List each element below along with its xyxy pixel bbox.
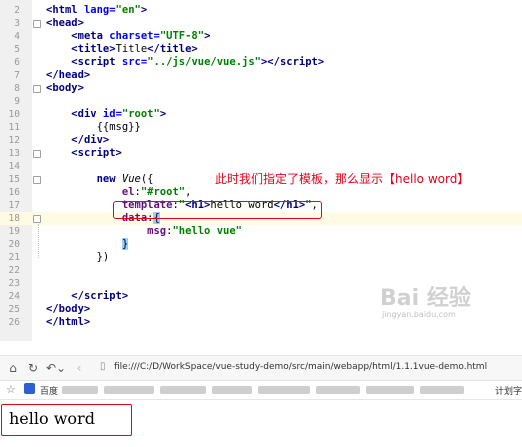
code-text: }	[121, 238, 129, 250]
line-number: 17	[8, 200, 20, 211]
line-number: 13	[8, 148, 20, 159]
code-line[interactable]: 13 <script>	[0, 147, 522, 160]
line-number: 2	[14, 5, 20, 16]
code-line[interactable]: 6 <script src="../js/vue/vue.js"></scrip…	[0, 56, 522, 69]
code-line[interactable]: 3 <head>	[0, 17, 522, 30]
code-line[interactable]: 4 <meta charset="UTF-8">	[0, 30, 522, 43]
line-number: 14	[8, 161, 20, 172]
code-line[interactable]: 16 el:"#root",	[0, 186, 522, 199]
baidu-watermark: Bai 经验 jingyan.baidu.com	[380, 280, 510, 330]
code-text: <html lang="en">	[46, 4, 148, 16]
page-icon: ▯	[100, 361, 106, 372]
line-number: 3	[14, 18, 20, 29]
refresh-icon[interactable]: ↻	[26, 360, 40, 376]
code-text: <body>	[46, 82, 84, 94]
line-number: 15	[8, 174, 20, 185]
code-line[interactable]: 19 msg:"hello vue"	[0, 225, 522, 238]
line-number: 24	[8, 291, 20, 302]
fold-toggle-icon[interactable]	[33, 176, 41, 184]
line-number: 25	[8, 304, 20, 315]
line-number: 10	[8, 109, 20, 120]
code-text: </html>	[46, 316, 91, 328]
line-number: 5	[14, 44, 20, 55]
line-number: 19	[8, 226, 20, 237]
line-number: 11	[8, 122, 20, 133]
code-text: <title>Title</title>	[71, 43, 198, 55]
bookmark-blurred[interactable]	[160, 386, 206, 394]
line-number: 7	[14, 70, 20, 81]
address-bar[interactable]: ▯ file:///C:/D/WorkSpace/vue-study-demo/…	[96, 359, 516, 377]
page-content: hello word	[0, 400, 522, 447]
fold-toggle-icon[interactable]	[33, 150, 41, 158]
undo-icon[interactable]: ↶⌄	[46, 360, 66, 376]
home-icon[interactable]: ⌂	[6, 360, 20, 376]
watermark-logo: Bai 经验	[380, 286, 471, 311]
url-text: file:///C:/D/WorkSpace/vue-study-demo/sr…	[114, 362, 488, 372]
baidu-favicon-icon	[24, 383, 35, 394]
code-line[interactable]: 11 {{msg}}	[0, 121, 522, 134]
fold-toggle-icon[interactable]	[33, 215, 41, 223]
code-line[interactable]: 21 })	[0, 251, 522, 264]
watermark-url: jingyan.baidu.com	[382, 310, 456, 319]
bookmark-blurred[interactable]	[316, 386, 360, 394]
star-icon[interactable]: ☆	[6, 383, 16, 396]
code-text: <script>	[71, 147, 122, 159]
annotation-text: 此时我们指定了模板，那么显示【hello word】	[215, 172, 470, 186]
code-line[interactable]: 5 <title>Title</title>	[0, 43, 522, 56]
code-text: {{msg}}	[96, 121, 141, 133]
line-number: 8	[14, 83, 20, 94]
line-number: 9	[14, 96, 20, 107]
code-text: <head>	[46, 17, 84, 29]
code-text: </head>	[46, 69, 91, 81]
code-text: el:"#root",	[121, 186, 192, 198]
code-line[interactable]: 7 </head>	[0, 69, 522, 82]
line-number: 16	[8, 187, 20, 198]
fold-toggle-icon[interactable]	[33, 20, 41, 28]
line-number: 23	[8, 278, 20, 289]
code-text: <script src="../js/vue/vue.js"></script>	[71, 56, 325, 68]
line-number: 22	[8, 265, 20, 276]
code-line[interactable]: 9	[0, 95, 522, 108]
code-line[interactable]: 22	[0, 264, 522, 277]
line-number: 4	[14, 31, 20, 42]
browser-navbar: ⌂ ↻ ↶⌄ ‹ ▯ file:///C:/D/WorkSpace/vue-st…	[0, 356, 522, 381]
code-text: })	[96, 251, 110, 263]
bookmark-blurred[interactable]	[258, 386, 310, 394]
bookmark-blurred[interactable]	[62, 386, 98, 394]
browser-window: ⌂ ↻ ↶⌄ ‹ ▯ file:///C:/D/WorkSpace/vue-st…	[0, 355, 522, 447]
code-line[interactable]: 12 </div>	[0, 134, 522, 147]
indent-guide	[38, 224, 39, 258]
line-number: 12	[8, 135, 20, 146]
bookmark-blurred[interactable]	[104, 386, 154, 394]
code-text: </script>	[71, 290, 129, 302]
bookmark-blurred[interactable]	[420, 386, 464, 394]
code-line[interactable]: 8 <body>	[0, 82, 522, 95]
back-arrow-icon[interactable]: ‹	[72, 360, 86, 376]
code-text: new Vue({	[96, 173, 154, 185]
line-number: 20	[8, 239, 20, 250]
line-number: 6	[14, 57, 20, 68]
fold-toggle-icon[interactable]	[33, 85, 41, 93]
code-line[interactable]: 2 <html lang="en">	[0, 4, 522, 17]
code-text: </div>	[71, 134, 110, 146]
bookmark-right[interactable]: 计划字	[495, 384, 522, 397]
code-text: <meta charset="UTF-8">	[71, 30, 211, 42]
code-text: </body>	[46, 303, 91, 315]
code-text: <div id="root">	[71, 108, 167, 120]
code-editor[interactable]: 2 <html lang="en"> 3 <head> 4 <meta charset=…	[0, 0, 522, 341]
code-line[interactable]: 10 <div id="root">	[0, 108, 522, 121]
bookmark-baidu[interactable]: 百度	[40, 384, 58, 397]
line-number: 26	[8, 317, 20, 328]
template-highlight-box	[113, 201, 322, 219]
output-highlight-box	[1, 404, 132, 436]
line-number: 21	[8, 252, 20, 263]
code-text: msg:"hello vue"	[147, 225, 242, 237]
bookmarks-bar: ☆ 百度 计划字	[0, 381, 522, 400]
bookmark-blurred[interactable]	[366, 386, 414, 394]
line-number: 18	[0, 212, 20, 225]
separator	[0, 341, 522, 353]
code-line[interactable]: 20 }	[0, 238, 522, 251]
bookmark-blurred[interactable]	[212, 386, 252, 394]
